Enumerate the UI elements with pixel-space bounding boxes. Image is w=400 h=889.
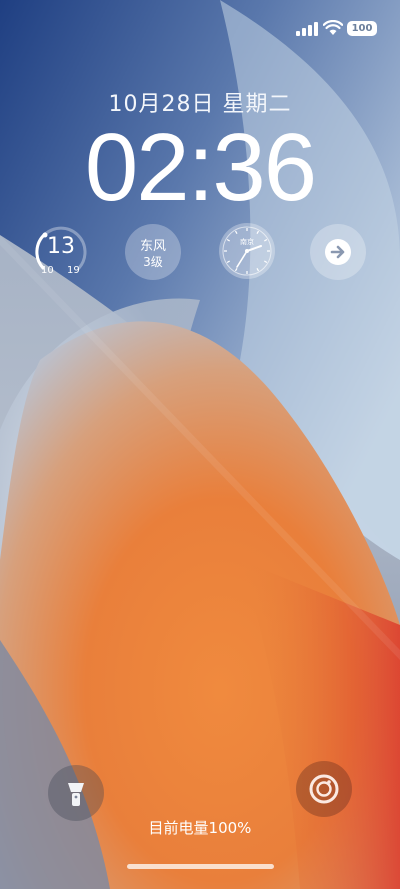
lockscreen-time: 02:36 [84,114,317,221]
camera-button[interactable] [296,761,352,817]
camera-icon [309,774,339,804]
arrow-right-icon [325,239,351,265]
more-widget[interactable] [310,224,366,280]
battery-status-text: 目前电量100% [148,819,252,837]
high-temperature: 19 [67,265,80,276]
flashlight-icon [68,783,84,806]
home-indicator[interactable] [127,864,274,869]
flashlight-button[interactable] [48,765,104,821]
wifi-icon [323,20,343,35]
status-bar: 100 [0,0,400,56]
low-temperature: 10 [41,265,54,276]
weather-widget[interactable]: 13 10 19 [33,224,89,280]
wind-widget[interactable]: 东风 3级 [125,224,181,280]
world-clock-city: 南京 [240,237,254,246]
signal-icon [296,22,318,36]
world-clock-widget[interactable]: 南京 [218,222,276,280]
current-temperature: 13 [47,234,75,259]
battery-icon: 100 [347,21,377,36]
wind-level: 3级 [143,255,163,269]
wind-direction: 东风 [139,239,166,254]
